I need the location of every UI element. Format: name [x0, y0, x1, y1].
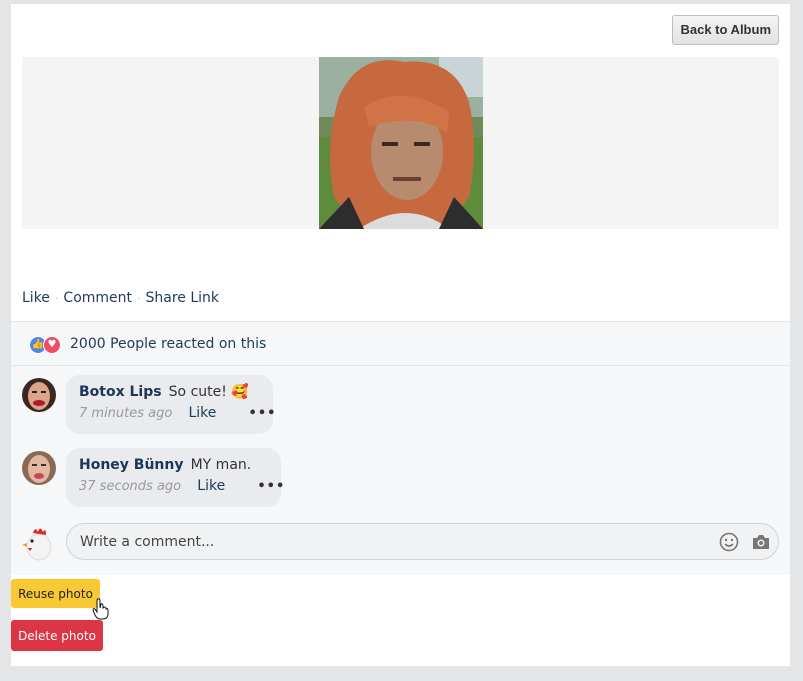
- comment-link[interactable]: Comment: [63, 290, 132, 306]
- photo[interactable]: [319, 57, 483, 229]
- separator-dot: ·: [54, 292, 59, 305]
- share-link[interactable]: Share Link: [146, 290, 220, 306]
- comment-time: 7 minutes ago: [79, 406, 173, 421]
- reuse-photo-button[interactable]: Reuse photo: [11, 579, 100, 608]
- comment-like-link[interactable]: Like: [197, 478, 225, 494]
- avatar[interactable]: [22, 451, 56, 485]
- comment-input[interactable]: [66, 523, 779, 560]
- comment-text: MY man.: [190, 457, 252, 473]
- comment-time: 37 seconds ago: [79, 479, 182, 494]
- comment-like-link[interactable]: Like: [188, 405, 216, 421]
- comment-bubble: Honey Bünny MY man. 37 seconds ago Like …: [66, 448, 284, 507]
- comment-composer: [22, 523, 779, 563]
- comment-text: So cute! 🥰: [168, 384, 249, 400]
- reactions-bar: 👍 ♥ 2000 People reacted on this: [11, 321, 790, 366]
- camera-icon[interactable]: [751, 532, 771, 552]
- reaction-icons: 👍 ♥: [29, 336, 63, 354]
- reactions-count[interactable]: 2000 People reacted on this: [70, 336, 266, 352]
- photo-area: [22, 57, 779, 229]
- more-options-icon[interactable]: •••: [257, 479, 285, 494]
- separator-dot: ·: [137, 292, 141, 305]
- photo-panel: Back to Album Like · Comment · Share Link: [11, 4, 790, 666]
- avatar[interactable]: [22, 378, 56, 412]
- comment-bubble: Botox Lips So cute! 🥰 7 minutes ago Like…: [66, 375, 275, 434]
- love-reaction-icon: ♥: [43, 336, 61, 354]
- comments-section: Botox Lips So cute! 🥰 7 minutes ago Like…: [11, 366, 790, 575]
- post-actions: Like · Comment · Share Link: [22, 290, 219, 306]
- back-to-album-button[interactable]: Back to Album: [672, 15, 779, 45]
- chicken-avatar-icon: [22, 523, 56, 561]
- hand-cursor-icon: [92, 598, 110, 620]
- like-link[interactable]: Like: [22, 290, 50, 306]
- comment-author[interactable]: Botox Lips: [79, 384, 162, 400]
- comment-author[interactable]: Honey Bünny: [79, 457, 184, 473]
- emoji-icon[interactable]: [719, 532, 739, 552]
- delete-photo-button[interactable]: Delete photo: [11, 620, 103, 651]
- more-options-icon[interactable]: •••: [249, 406, 277, 421]
